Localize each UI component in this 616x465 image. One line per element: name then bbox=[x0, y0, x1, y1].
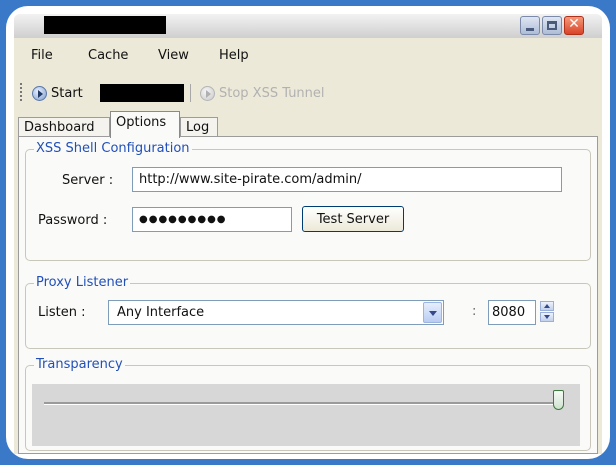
port-separator: : bbox=[472, 304, 477, 319]
window-title-redacted bbox=[44, 16, 166, 34]
proxy-listener-group: Proxy Listener Listen : Any Interface : bbox=[25, 275, 591, 349]
menu-cache[interactable]: Cache bbox=[88, 48, 128, 63]
stop-icon bbox=[200, 85, 215, 101]
toolbar: Start Stop XSS Tunnel bbox=[14, 74, 602, 112]
port-input[interactable] bbox=[488, 300, 536, 325]
tab-options[interactable]: Options bbox=[110, 111, 180, 138]
proxy-listener-title: Proxy Listener bbox=[34, 275, 131, 291]
server-label: Server : bbox=[62, 173, 114, 188]
chevron-down-icon[interactable] bbox=[423, 302, 442, 323]
title-bar[interactable]: ✕ bbox=[14, 14, 602, 38]
close-button[interactable]: ✕ bbox=[564, 16, 584, 35]
spin-down-icon[interactable] bbox=[540, 312, 554, 322]
maximize-button[interactable] bbox=[542, 16, 562, 35]
menu-help[interactable]: Help bbox=[219, 48, 249, 63]
spin-up-icon[interactable] bbox=[540, 301, 554, 311]
transparency-group: Transparency bbox=[25, 357, 591, 451]
interface-select[interactable]: Any Interface bbox=[108, 300, 444, 325]
slider-thumb[interactable] bbox=[553, 390, 564, 410]
options-panel: XSS Shell Configuration Server : Passwor… bbox=[18, 136, 598, 454]
maximize-icon bbox=[547, 21, 557, 30]
tab-log[interactable]: Log bbox=[180, 117, 218, 137]
minimize-button[interactable] bbox=[520, 16, 540, 35]
xss-config-title: XSS Shell Configuration bbox=[34, 141, 192, 157]
slider-track bbox=[44, 402, 564, 405]
listen-label: Listen : bbox=[38, 305, 86, 320]
transparency-slider[interactable] bbox=[32, 384, 580, 446]
tab-dashboard[interactable]: Dashboard bbox=[18, 117, 110, 137]
test-server-button[interactable]: Test Server bbox=[302, 206, 404, 232]
start-button[interactable]: Start bbox=[32, 83, 83, 103]
redacted-block bbox=[100, 84, 184, 102]
toolbar-separator bbox=[190, 84, 191, 102]
menu-file[interactable]: File bbox=[31, 48, 53, 63]
start-label: Start bbox=[51, 85, 83, 101]
app-window: ✕ File Cache View Help Start Stop XSS Tu… bbox=[14, 14, 602, 454]
password-label: Password : bbox=[38, 213, 108, 228]
stop-label: Stop XSS Tunnel bbox=[219, 85, 325, 101]
menu-bar: File Cache View Help bbox=[14, 38, 602, 74]
server-input[interactable] bbox=[132, 167, 562, 192]
close-icon: ✕ bbox=[568, 16, 580, 32]
play-icon bbox=[32, 85, 47, 101]
menu-view[interactable]: View bbox=[158, 48, 189, 63]
toolbar-grip[interactable] bbox=[20, 83, 22, 101]
minimize-icon bbox=[526, 28, 534, 31]
interface-value: Any Interface bbox=[117, 305, 205, 320]
password-input[interactable]: ●●●●●●●●● bbox=[132, 207, 292, 232]
transparency-title: Transparency bbox=[34, 357, 125, 373]
stop-xss-tunnel-button[interactable]: Stop XSS Tunnel bbox=[200, 83, 325, 103]
xss-shell-config-group: XSS Shell Configuration Server : Passwor… bbox=[25, 141, 591, 261]
tab-strip: Dashboard Options Log bbox=[18, 111, 598, 138]
